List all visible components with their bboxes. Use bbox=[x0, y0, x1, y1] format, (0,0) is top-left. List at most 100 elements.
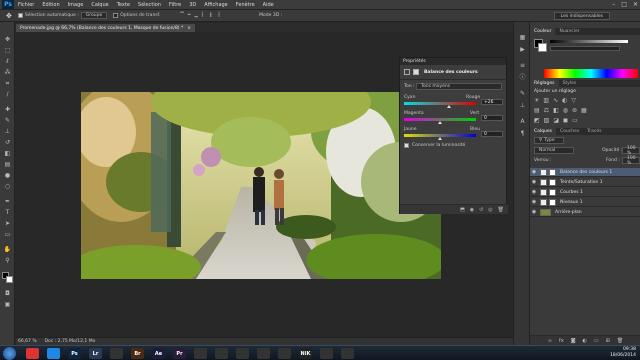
eraser-tool-icon[interactable]: ◧ bbox=[3, 150, 12, 158]
delete-adjustment-icon[interactable]: 🗑 bbox=[498, 207, 504, 213]
opacity-field[interactable]: 100 % bbox=[622, 146, 640, 156]
path-select-tool-icon[interactable]: ➤ bbox=[3, 220, 12, 228]
layer-mask-thumb[interactable] bbox=[549, 168, 556, 176]
taskbar-app-icon[interactable] bbox=[236, 348, 249, 359]
delete-layer-icon[interactable]: 🗑 bbox=[617, 338, 623, 344]
new-group-icon[interactable]: ▭ bbox=[594, 338, 599, 344]
fill-field[interactable]: 100 % bbox=[622, 156, 640, 166]
menu-aide[interactable]: Aide bbox=[263, 2, 274, 8]
info-panel-icon[interactable]: ⓘ bbox=[518, 74, 527, 82]
taskbar-app-icon[interactable] bbox=[215, 348, 228, 359]
align-left-icon[interactable]: ▏ bbox=[202, 13, 205, 18]
taskbar-app-icon[interactable]: Lr bbox=[89, 348, 102, 359]
reset-icon[interactable]: ↺ bbox=[479, 207, 483, 213]
align-center-icon[interactable]: ‖ bbox=[209, 13, 211, 18]
menu-selection[interactable]: Sélection bbox=[138, 2, 161, 8]
taskbar-app-icon[interactable] bbox=[194, 348, 207, 359]
eyedropper-tool-icon[interactable]: ∕ bbox=[3, 91, 12, 99]
yellow-blue-slider-thumb[interactable] bbox=[438, 137, 442, 140]
magenta-green-value[interactable]: 0 bbox=[481, 115, 503, 121]
posterize-icon[interactable]: ▨ bbox=[544, 117, 550, 124]
taskbar-app-icon[interactable]: Br bbox=[131, 348, 144, 359]
auto-select-dropdown[interactable]: Groupe bbox=[80, 12, 108, 19]
lasso-tool-icon[interactable]: ℓ bbox=[3, 58, 12, 66]
hand-tool-icon[interactable]: ✋ bbox=[3, 246, 12, 254]
visibility-icon[interactable]: ◎ bbox=[488, 207, 492, 213]
hue-saturation-icon[interactable]: ▤ bbox=[534, 107, 540, 114]
layer-row[interactable]: ◉ Balance des couleurs 1 bbox=[530, 168, 640, 177]
character-panel-icon[interactable]: A bbox=[518, 118, 527, 126]
visibility-eye-icon[interactable]: ◉ bbox=[530, 169, 538, 175]
brush-panel-icon[interactable]: ✎ bbox=[518, 90, 527, 98]
layer-mask-thumb[interactable] bbox=[549, 188, 556, 196]
canvas-image[interactable] bbox=[81, 92, 441, 279]
add-mask-icon[interactable]: ◙ bbox=[571, 338, 576, 344]
properties-panel-title[interactable]: Propriétés bbox=[400, 58, 506, 65]
zoom-level[interactable]: 66,67 % bbox=[18, 339, 37, 344]
threshold-icon[interactable]: ◪ bbox=[553, 117, 559, 124]
move-tool-icon[interactable]: ✥ bbox=[3, 36, 12, 44]
curves-icon[interactable]: ∿ bbox=[553, 97, 558, 104]
photo-filter-icon[interactable]: ◍ bbox=[563, 107, 568, 114]
taskbar-app-icon[interactable] bbox=[26, 348, 39, 359]
history-brush-icon[interactable]: ↺ bbox=[3, 139, 12, 147]
levels-icon[interactable]: ▥ bbox=[543, 97, 549, 104]
menu-fichier[interactable]: Fichier bbox=[18, 2, 34, 8]
preserve-luminosity-checkbox[interactable] bbox=[404, 143, 409, 148]
color-value-field[interactable] bbox=[550, 46, 620, 51]
tab-calques[interactable]: Calques bbox=[530, 128, 556, 135]
taskbar-app-icon[interactable] bbox=[110, 348, 123, 359]
mask-icon[interactable] bbox=[413, 69, 419, 75]
visibility-eye-icon[interactable]: ◉ bbox=[530, 209, 538, 215]
cyan-red-slider-track[interactable] bbox=[404, 102, 476, 105]
menu-3d[interactable]: 3D bbox=[189, 2, 196, 8]
document-tab[interactable]: Promenade.jpg @ 66,7% (Balance des coule… bbox=[16, 24, 196, 32]
blend-mode-dropdown[interactable]: Normal bbox=[534, 147, 574, 154]
blur-tool-icon[interactable]: ● bbox=[3, 172, 12, 180]
auto-select-checkbox[interactable] bbox=[17, 13, 23, 18]
tab-traces[interactable]: Tracés bbox=[583, 128, 605, 135]
menu-affichage[interactable]: Affichage bbox=[204, 2, 228, 8]
new-adjustment-icon[interactable]: ◐ bbox=[583, 338, 587, 344]
clock-date[interactable]: 18/06/2014 bbox=[610, 353, 636, 359]
clip-to-layer-icon[interactable]: ⬒ bbox=[460, 207, 465, 213]
tab-couches[interactable]: Couches bbox=[556, 128, 583, 135]
menu-filtre[interactable]: Filtre bbox=[169, 2, 181, 8]
taskbar-app-icon[interactable] bbox=[47, 348, 60, 359]
document-size[interactable]: Doc : 2,75 Mo/12,1 Mo bbox=[45, 339, 96, 344]
taskbar-app-icon[interactable]: Pr bbox=[173, 348, 186, 359]
brightness-icon[interactable]: ☀ bbox=[534, 97, 539, 104]
clone-source-icon[interactable]: ⊥ bbox=[518, 102, 527, 110]
tab-styles[interactable]: Styles bbox=[559, 80, 581, 87]
paragraph-panel-icon[interactable]: ¶ bbox=[518, 130, 527, 138]
exposure-icon[interactable]: ◐ bbox=[562, 97, 567, 104]
align-right-icon[interactable]: ▕ bbox=[216, 13, 219, 18]
align-top-icon[interactable]: ▔ bbox=[180, 13, 183, 18]
align-icons[interactable]: ▔ ═ ▁ ▏ ‖ ▕ bbox=[180, 13, 219, 18]
align-middle-icon[interactable]: ═ bbox=[188, 13, 191, 18]
layer-row[interactable]: ◉ Niveaux 1 bbox=[530, 198, 640, 207]
gradient-map-icon[interactable]: ▭ bbox=[572, 117, 578, 124]
layer-mask-thumb[interactable] bbox=[549, 198, 556, 206]
selective-color-icon[interactable]: ◼ bbox=[563, 117, 568, 124]
taskbar-app-icon[interactable]: Ae bbox=[152, 348, 165, 359]
marquee-tool-icon[interactable]: ⬚ bbox=[3, 47, 12, 55]
color-balance-icon[interactable]: ⚖ bbox=[544, 107, 549, 114]
vibrance-icon[interactable]: ▽ bbox=[571, 97, 576, 104]
dodge-tool-icon[interactable]: ○ bbox=[3, 183, 12, 191]
minimize-button[interactable]: – bbox=[612, 1, 615, 8]
taskbar-app-icon[interactable]: Ps bbox=[68, 348, 81, 359]
menu-fenetre[interactable]: Fenêtre bbox=[236, 2, 255, 8]
visibility-eye-icon[interactable]: ◉ bbox=[530, 199, 538, 205]
maximize-button[interactable]: □ bbox=[621, 1, 627, 8]
magenta-green-slider-thumb[interactable] bbox=[438, 121, 442, 124]
taskbar-app-icon[interactable] bbox=[320, 348, 333, 359]
visibility-eye-icon[interactable]: ◉ bbox=[530, 189, 538, 195]
zoom-tool-icon[interactable]: ⚲ bbox=[3, 257, 12, 265]
close-window-button[interactable]: ✕ bbox=[633, 1, 638, 8]
brush-tool-icon[interactable]: ✎ bbox=[3, 117, 12, 125]
layer-row[interactable]: ◉ Arrière-plan bbox=[530, 208, 640, 217]
menu-edition[interactable]: Edition bbox=[42, 2, 59, 8]
align-bottom-icon[interactable]: ▁ bbox=[195, 13, 198, 18]
screen-mode-icon[interactable]: ▣ bbox=[3, 301, 12, 309]
